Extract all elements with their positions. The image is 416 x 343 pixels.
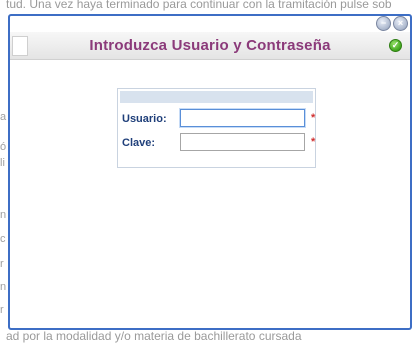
- background-left-letter: r: [0, 304, 4, 316]
- password-row: Clave: *: [122, 133, 316, 153]
- login-dialog: Introduzca Usuario y Contraseña ✓ Usuari…: [8, 14, 412, 330]
- close-icon[interactable]: ×: [393, 16, 408, 31]
- dialog-titlebar[interactable]: Introduzca Usuario y Contraseña ✓: [10, 32, 410, 60]
- background-top-text: tud. Una vez haya terminado para continu…: [6, 0, 392, 11]
- check-icon[interactable]: ✓: [389, 39, 402, 52]
- username-input[interactable]: [180, 109, 305, 127]
- username-label: Usuario:: [122, 113, 167, 125]
- required-mark: *: [311, 136, 316, 148]
- password-label: Clave:: [122, 137, 156, 149]
- minimize-icon[interactable]: −: [376, 16, 391, 31]
- background-left-letter: ó: [0, 141, 7, 153]
- window-controls: − ×: [376, 16, 408, 31]
- password-input[interactable]: [180, 133, 305, 151]
- login-panel: Usuario: * Clave: *: [117, 88, 316, 168]
- background-left-letter: li: [0, 157, 5, 169]
- background-left-letter: r: [0, 258, 4, 270]
- background-left-letter: c: [0, 233, 6, 245]
- background-left-letter: n: [0, 281, 7, 293]
- background-left-letter: a: [0, 111, 7, 123]
- dialog-title: Introduzca Usuario y Contraseña: [89, 37, 331, 54]
- required-mark: *: [311, 112, 316, 124]
- background-bottom-text: ad por la modalidad y/o materia de bachi…: [6, 329, 302, 343]
- login-panel-header: [120, 91, 313, 103]
- background-left-letter: n: [0, 209, 7, 221]
- username-row: Usuario: *: [122, 109, 316, 129]
